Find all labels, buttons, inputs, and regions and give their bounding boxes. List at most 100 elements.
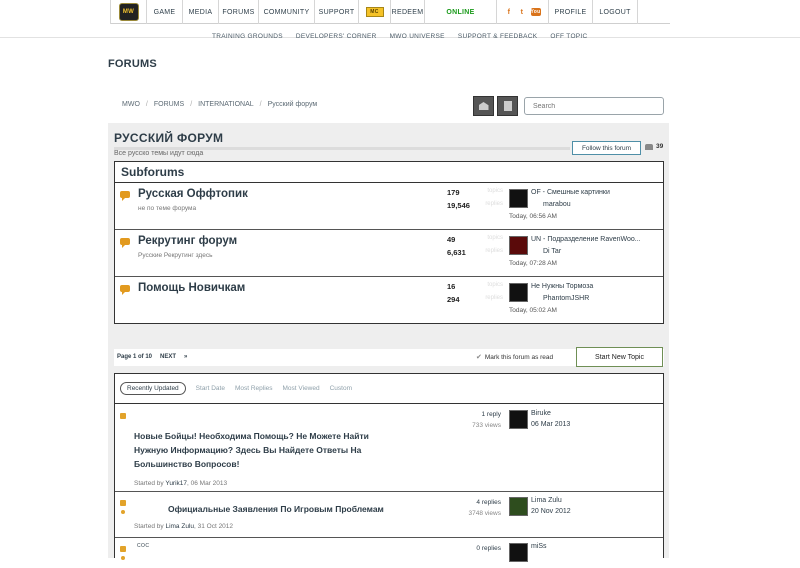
last-post-date[interactable]: 20 Nov 2012: [531, 508, 571, 515]
last-post-user[interactable]: Biruke: [531, 410, 551, 417]
topic-stats: 0 replies: [445, 543, 501, 554]
avatar[interactable]: [509, 497, 528, 516]
lock-icon: [120, 413, 126, 419]
subnav-developers-corner[interactable]: DEVELOPERS' CORNER: [296, 25, 377, 43]
last-post-user[interactable]: Di Tar: [543, 248, 561, 255]
contacts-button[interactable]: [497, 96, 518, 116]
subforum-description: не по теме форума: [138, 205, 197, 212]
mc-icon: MC: [365, 7, 384, 17]
breadcrumb-forums[interactable]: FORUMS: [154, 101, 184, 108]
last-post-title[interactable]: OF - Смешные картинки: [531, 189, 661, 196]
facebook-icon[interactable]: f: [505, 8, 514, 17]
messages-button[interactable]: [473, 96, 494, 116]
nav-game[interactable]: GAME: [146, 0, 182, 24]
last-post-user[interactable]: marabou: [543, 201, 571, 208]
unread-dot-icon: [121, 510, 125, 514]
topic-author[interactable]: Yurik17: [165, 480, 187, 487]
forum-status-icon: [120, 191, 130, 201]
subforum-row: Помощь Новичкам 16 topics 294 replies Не Н…: [115, 277, 663, 324]
breadcrumb-international[interactable]: INTERNATIONAL: [198, 101, 254, 108]
subnav-off-topic[interactable]: OFF TOPIC: [550, 25, 587, 43]
subnav-mwo-universe[interactable]: MWO UNIVERSE: [390, 25, 445, 43]
topic-title-line: Нужную Информацию? Здесь Вы Найдете Отве…: [134, 445, 362, 455]
topic-title[interactable]: Официальные Заявления По Игровым Проблем…: [168, 502, 448, 516]
contact-card-icon: [503, 101, 512, 111]
sub-navigation: TRAINING GROUNDS DEVELOPERS' CORNER MWO …: [0, 25, 800, 40]
last-post-user[interactable]: PhantomJSHR: [543, 295, 589, 302]
nav-mc[interactable]: MC: [358, 0, 390, 24]
page-indicator: Page 1 of 10: [117, 354, 153, 360]
topic-list: Recently Updated Start Date Most Replies…: [114, 373, 664, 562]
subforum-link[interactable]: Русская Оффтопик: [138, 188, 248, 200]
nav-forums[interactable]: FORUMS: [218, 0, 258, 24]
nav-community[interactable]: COMMUNITY: [258, 0, 314, 24]
forum-status-icon: [120, 285, 130, 295]
replies-label: replies: [485, 295, 503, 301]
topic-row: Официальные Заявления По Игровым Проблем…: [115, 492, 663, 538]
nav-redeem[interactable]: REDEEM: [390, 0, 424, 24]
tab-custom[interactable]: Custom: [330, 385, 352, 392]
tab-most-replies[interactable]: Most Replies: [235, 385, 273, 392]
forum-title: РУССКИЙ ФОРУМ: [114, 131, 224, 145]
topic-title-line: Новые Бойцы! Необходима Помощь? Не Может…: [134, 431, 369, 441]
breadcrumb-separator: /: [190, 101, 193, 108]
started-by-label: Started by: [134, 480, 164, 487]
subforum-link[interactable]: Помощь Новичкам: [138, 282, 245, 294]
last-post-title[interactable]: Не Нужны Тормоза: [531, 283, 661, 290]
subnav-training-grounds[interactable]: TRAINING GROUNDS: [212, 25, 283, 43]
breadcrumb-mwo[interactable]: MWO: [122, 101, 140, 108]
social-links: f t You: [496, 0, 548, 24]
reply-count[interactable]: 0 replies: [445, 543, 501, 554]
tab-recently-updated[interactable]: Recently Updated: [120, 382, 186, 395]
topic-date: , 31 Oct 2012: [194, 523, 234, 530]
topic-title[interactable]: Новые Бойцы! Необходима Помощь? Не Может…: [134, 429, 424, 471]
forum-status-icon: [120, 238, 130, 248]
last-page-link[interactable]: »: [184, 354, 187, 360]
subforum-link[interactable]: Рекрутинг форум: [138, 235, 237, 247]
reply-count[interactable]: 1 reply: [445, 409, 501, 420]
avatar[interactable]: [509, 189, 528, 208]
avatar[interactable]: [509, 410, 528, 429]
topic-count: 49: [447, 235, 456, 244]
topic-row: Новые Бойцы! Необходима Помощь? Не Может…: [115, 404, 663, 492]
reply-count[interactable]: 4 replies: [445, 497, 501, 508]
online-status: ONLINE: [424, 0, 496, 24]
nav-logout[interactable]: LOGOUT: [592, 0, 638, 24]
next-page-link[interactable]: NEXT: [160, 354, 176, 360]
logo-cell[interactable]: MW: [110, 0, 146, 24]
subnav-support-feedback[interactable]: SUPPORT & FEEDBACK: [458, 25, 538, 43]
topic-author[interactable]: Lima Zulu: [165, 523, 194, 530]
lock-icon: [120, 546, 126, 552]
last-post-date: Today, 07:28 AM: [509, 260, 557, 267]
topic-started-by: Started by Yurik17, 06 Mar 2013: [134, 480, 227, 487]
last-post-date[interactable]: 06 Mar 2013: [531, 421, 570, 428]
follow-forum-button[interactable]: Follow this forum: [572, 141, 641, 155]
avatar[interactable]: [509, 283, 528, 302]
pagination: Page 1 of 10 NEXT »: [117, 354, 187, 360]
avatar[interactable]: [509, 236, 528, 255]
start-new-topic-button[interactable]: Start New Topic: [576, 347, 663, 367]
topics-label: topics: [487, 188, 503, 194]
breadcrumb-separator: /: [145, 101, 148, 108]
last-post-user[interactable]: Lima Zulu: [531, 497, 562, 504]
last-post-user[interactable]: miSs: [531, 543, 547, 550]
tab-most-viewed[interactable]: Most Viewed: [283, 385, 320, 392]
subforum-stats: 16 topics 294 replies: [447, 282, 503, 308]
envelope-icon: [478, 102, 489, 110]
youtube-icon[interactable]: You: [530, 8, 541, 16]
reply-count: 6,631: [447, 248, 466, 257]
forum-description: Все русско темы идут сюда: [114, 150, 204, 157]
sort-tabs: Recently Updated Start Date Most Replies…: [115, 374, 663, 404]
nav-media[interactable]: MEDIA: [182, 0, 218, 24]
twitter-icon[interactable]: t: [518, 8, 527, 17]
mark-forum-read-link[interactable]: ✔ Mark this forum as read: [476, 353, 553, 362]
topic-title-line: Большинство Вопросов!: [134, 459, 240, 469]
avatar[interactable]: [509, 543, 528, 562]
last-post-title[interactable]: UN - Подразделение RavenWoo...: [531, 236, 661, 243]
nav-support[interactable]: SUPPORT: [314, 0, 358, 24]
followers-icon: [645, 143, 653, 150]
mwo-logo[interactable]: MW: [118, 3, 139, 21]
search-input[interactable]: [524, 97, 664, 115]
nav-profile[interactable]: PROFILE: [548, 0, 592, 24]
tab-start-date[interactable]: Start Date: [196, 385, 225, 392]
